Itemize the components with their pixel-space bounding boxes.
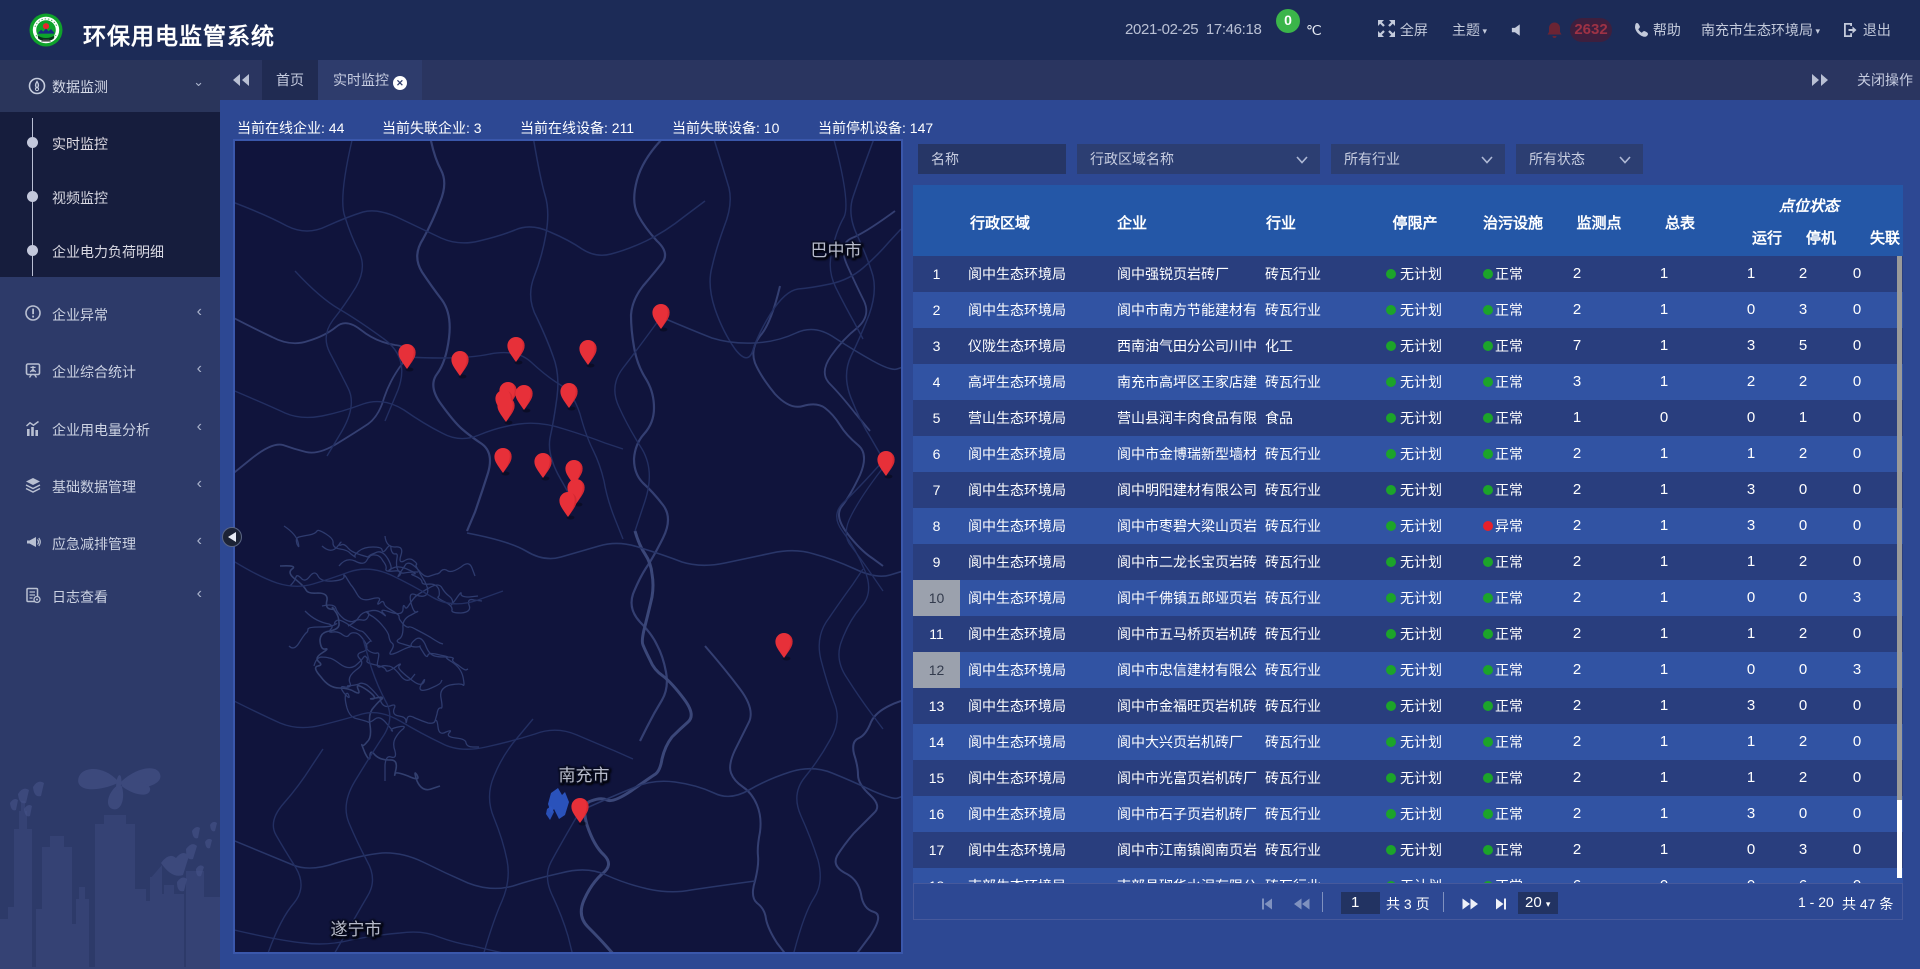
svg-text:巴中市: 巴中市 bbox=[811, 241, 862, 260]
svg-text:南充市: 南充市 bbox=[559, 766, 610, 785]
svg-text:遂宁市: 遂宁市 bbox=[331, 920, 382, 939]
